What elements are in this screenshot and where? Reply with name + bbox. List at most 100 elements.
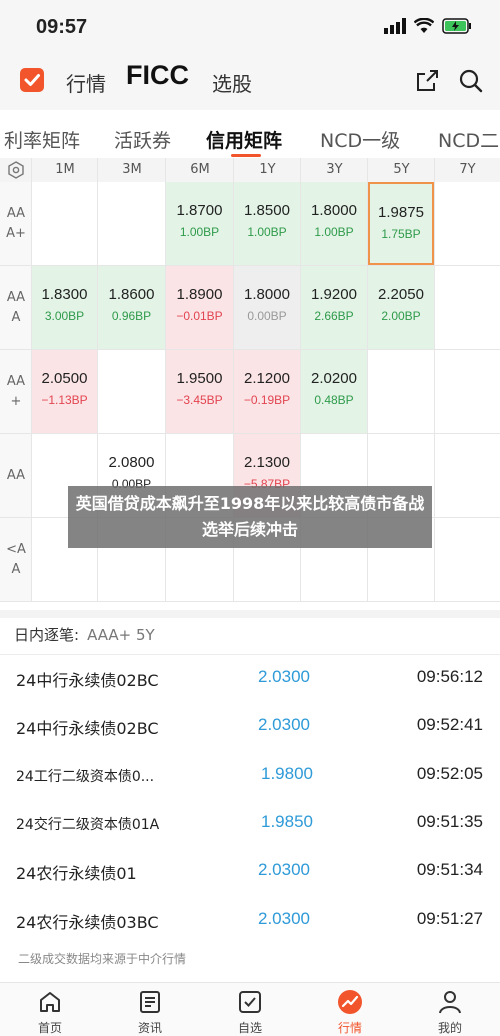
matrix-col-header[interactable]: 1Y [234,158,301,182]
matrix-cell[interactable]: 2.0500 −1.13BP [32,350,97,433]
matrix-cell[interactable]: 1.9200 2.66BP [301,266,367,349]
trade-price: 1.9800 [261,763,313,783]
matrix-cell[interactable]: 2.0200 0.48BP [301,350,367,433]
nav-xuangu[interactable]: 选股 [212,68,252,97]
matrix-row-label[interactable]: AA [0,434,32,518]
matrix-cell[interactable] [98,182,165,265]
matrix-cell[interactable] [368,350,434,433]
matrix-col-header[interactable]: 1M [32,158,98,182]
signal-icon [384,18,406,34]
matrix-cell[interactable]: 2.2050 2.00BP [368,266,434,349]
tab-ncd-primary[interactable]: NCD一级 [320,126,400,153]
matrix-cell[interactable]: 1.8000 0.00BP [234,266,300,349]
user-icon [420,989,480,1015]
cell-rate: 2.0800 [108,454,155,471]
search-icon[interactable] [458,68,484,94]
nav-hangqing[interactable]: 行情 [66,68,106,97]
trade-row[interactable]: 24中行永续债02BC 2.0300 09:56:12 [0,655,500,703]
tab-rate-matrix[interactable]: 利率矩阵 [4,126,80,153]
trades-title-label: 日内逐笔: [14,626,80,644]
trade-row[interactable]: 24农行永续债01 2.0300 09:51:34 [0,848,500,896]
bottom-nav-home[interactable]: 首页 [20,989,80,1036]
matrix-cell[interactable]: 1.8300 3.00BP [32,266,97,349]
matrix-row-label[interactable]: AA A [0,266,32,350]
cell-rate: 2.2050 [378,286,424,303]
trade-row[interactable]: 24中行永续债02BC 2.0300 09:52:41 [0,703,500,751]
matrix-cell[interactable]: 1.9875 1.75BP [368,182,434,265]
news-overlay-banner[interactable]: 英国借贷成本飙升至1998年以来比较高债市备战选举后续冲击 [68,486,432,548]
matrix-cell[interactable]: 1.9500 −3.45BP [166,350,233,433]
matrix-col-header[interactable]: 3M [98,158,166,182]
bottom-nav-label: 行情 [337,1021,362,1035]
matrix-settings-icon[interactable] [0,158,32,182]
trades-subtitle: AAA+ 5Y [87,626,155,644]
bottom-nav-news[interactable]: 资讯 [120,989,180,1036]
market-trend-icon [320,989,380,1015]
matrix-cell[interactable] [435,266,499,349]
grid-line [0,601,500,602]
matrix-row-label[interactable]: <A A [0,518,32,602]
matrix-row-label[interactable]: AA A+ [0,182,32,266]
cell-bp-change: −1.13BP [41,393,88,407]
cell-rate: 1.8500 [244,202,290,219]
cell-rate: 2.1300 [244,454,290,471]
tab-credit-matrix[interactable]: 信用矩阵 [206,126,282,153]
matrix-cell[interactable] [32,182,97,265]
matrix-tabs: 利率矩阵 活跃券 信用矩阵 NCD一级 NCD二 [0,110,500,158]
cell-bp-change: −3.45BP [176,393,223,407]
bottom-nav-profile[interactable]: 我的 [420,989,480,1036]
matrix-col-header[interactable]: 3Y [301,158,368,182]
section-divider [0,610,500,618]
trade-price: 2.0300 [258,860,310,880]
trade-price: 2.0300 [258,667,310,686]
matrix-cell[interactable] [98,350,165,433]
cell-rate: 1.8600 [108,286,155,303]
bottom-nav-market[interactable]: 行情 [320,989,380,1036]
matrix-cell[interactable] [435,350,499,433]
matrix-col-header[interactable]: 7Y [435,158,500,182]
matrix-cell[interactable] [435,434,499,517]
cell-rate: 2.1200 [244,370,290,387]
trades-title: 日内逐笔: AAA+ 5Y [14,624,155,645]
cell-rate: 1.8900 [176,286,223,303]
cell-bp-change: −0.01BP [176,309,223,323]
trade-time: 09:56:12 [416,667,483,686]
bottom-nav-watchlist[interactable]: 自选 [220,989,280,1036]
matrix-cell[interactable]: 1.8600 0.96BP [98,266,165,349]
battery-icon [442,18,471,34]
trade-time: 09:52:41 [416,715,483,735]
matrix-cell[interactable]: 2.1200 −0.19BP [234,350,300,433]
matrix-cell[interactable]: 1.8500 1.00BP [234,182,300,265]
matrix-cell[interactable]: 1.8700 1.00BP [166,182,233,265]
cell-rate: 2.0500 [41,370,88,387]
matrix-col-header[interactable]: 5Y [368,158,435,182]
trade-price: 2.0300 [258,715,310,735]
cell-bp-change: 3.00BP [44,309,85,323]
matrix-row-label[interactable]: AA + [0,350,32,434]
matrix-cell[interactable] [435,182,499,265]
news-icon [120,989,180,1015]
cell-rate: 1.9500 [176,370,223,387]
trade-time: 09:51:34 [416,860,483,880]
trade-row[interactable]: 24交行二级资本债01A 1.9850 09:51:35 [0,800,500,848]
data-source-footnote: 二级成交数据均来源于中介行情 [18,952,187,966]
cell-bp-change: 1.00BP [314,225,354,239]
cell-bp-change: 2.66BP [314,309,354,323]
tab-active-bonds[interactable]: 活跃券 [114,126,171,153]
share-icon[interactable] [414,68,440,94]
matrix-cell[interactable] [435,518,499,601]
checkbox-icon [220,989,280,1015]
tab-ncd-secondary[interactable]: NCD二 [438,126,499,153]
matrix-col-header[interactable]: 6M [166,158,234,182]
app-logo-icon[interactable] [20,68,44,92]
matrix-cell[interactable]: 1.8000 1.00BP [301,182,367,265]
trade-row[interactable]: 24农行永续债03BC 2.0300 09:51:27 [0,897,500,945]
trade-row[interactable]: 24工行二级资本债0... 1.9800 09:52:05 [0,752,500,800]
trade-bond-name: 24工行二级资本债0... [16,768,155,785]
cell-rate: 1.9200 [311,286,357,303]
nav-ficc[interactable]: FICC [126,60,189,91]
wifi-icon [414,18,434,33]
cell-rate: 2.0200 [311,370,357,387]
matrix-cell[interactable]: 1.8900 −0.01BP [166,266,233,349]
status-time: 09:57 [36,16,88,38]
